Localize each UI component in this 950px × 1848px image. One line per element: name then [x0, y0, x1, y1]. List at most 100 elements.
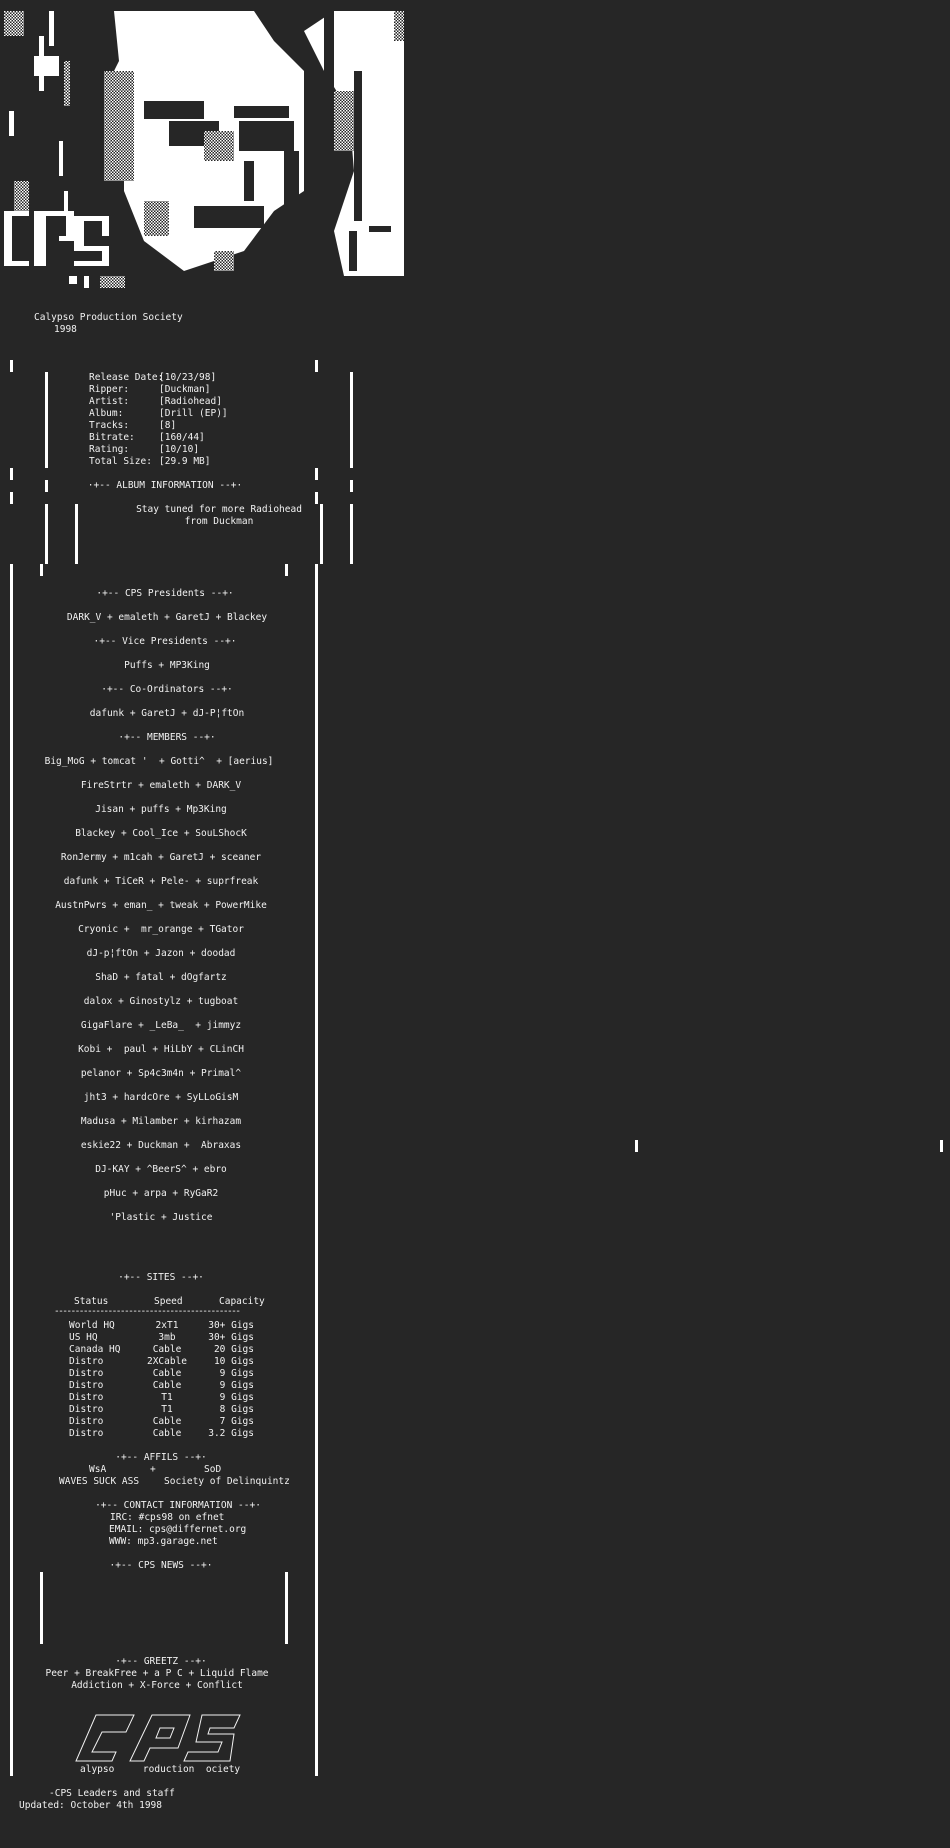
site-status: Canada HQ [69, 1344, 121, 1355]
group-year: 1998 [54, 324, 77, 335]
member-row: 'Plastic + Justice [109, 1212, 213, 1223]
ripper-label: Ripper: [89, 384, 130, 395]
header-ascii-art [4, 11, 404, 295]
contact-email: EMAIL: cps@differnet.org [109, 1524, 247, 1535]
site-capacity: 8 Gigs [219, 1404, 254, 1415]
affil-short-left: WsA [89, 1464, 107, 1475]
member-row: pHuc + arpa + RyGaR2 [103, 1188, 219, 1199]
artist-value: [Radiohead] [159, 396, 222, 407]
affil-long-right: Society of Delinquintz [164, 1476, 290, 1487]
member-row: Cryonic + mr_orange + TGator [78, 924, 244, 935]
coordinators-heading: ·+-- Co-Ordinators --+· [101, 684, 233, 695]
total-size-value: [29.9 MB] [159, 456, 211, 467]
member-row: RonJermy + m1cah + GaretJ + sceaner [60, 852, 262, 863]
site-status: US HQ [69, 1332, 98, 1343]
frame-bar [350, 480, 353, 492]
site-status: Distro [69, 1356, 104, 1367]
frame-bar [940, 1140, 943, 1152]
frame-bar [285, 564, 288, 576]
frame-bar [315, 360, 318, 372]
coordinators-names: dafunk + GaretJ + dJ-P¦ftOn [89, 708, 245, 719]
release-date-label: Release Date: [89, 372, 164, 383]
album-info-line: Stay tuned for more Radiohead [136, 504, 302, 515]
frame-bar [315, 468, 318, 480]
site-status: Distro [69, 1428, 104, 1439]
member-row: DJ-KAY + ^BeerS^ + ebro [95, 1164, 227, 1175]
site-capacity: 10 Gigs [213, 1356, 254, 1367]
greetz-heading: ·+-- GREETZ --+· [115, 1656, 207, 1667]
members-heading: ·+-- MEMBERS --+· [118, 732, 216, 743]
frame-bar [635, 1140, 638, 1152]
group-name: Calypso Production Society [34, 312, 183, 323]
greetz-line: Peer + BreakFree + a P C + Liquid Flame [45, 1668, 269, 1679]
member-row: Kobi + paul + HiLbY + CLinCH [78, 1044, 244, 1055]
site-speed: Cable [152, 1428, 182, 1439]
frame-bar [10, 468, 13, 480]
affil-separator: + [150, 1464, 156, 1475]
contact-irc: IRC: #cps98 on efnet [110, 1512, 225, 1523]
total-size-label: Total Size: [89, 456, 152, 467]
bitrate-value: [160/44] [159, 432, 205, 443]
site-speed: T1 [161, 1404, 173, 1415]
vice-presidents-names: Puffs + MP3King [124, 660, 210, 671]
frame-bar [10, 360, 13, 372]
site-capacity: 30+ Gigs [208, 1332, 254, 1343]
site-speed: Cable [152, 1380, 182, 1391]
contact-heading: ·+-- CONTACT INFORMATION --+· [95, 1500, 261, 1511]
presidents-names: DARK_V + emaleth + GaretJ + Blackey [66, 612, 268, 623]
member-row: AustnPwrs + eman_ + tweak + PowerMike [55, 900, 267, 911]
frame-bar [315, 492, 318, 504]
site-speed: Cable [152, 1416, 182, 1427]
affils-heading: ·+-- AFFILS --+· [115, 1452, 207, 1463]
site-capacity: 7 Gigs [219, 1416, 254, 1427]
site-capacity: 20 Gigs [213, 1344, 254, 1355]
member-row: Blackey + Cool_Ice + SouLShocK [75, 828, 247, 839]
member-row: FireStrtr + emaleth + DARK_V [80, 780, 242, 791]
site-speed: T1 [161, 1392, 173, 1403]
album-label: Album: [89, 408, 124, 419]
tracks-value: [8] [159, 420, 177, 431]
frame-bar [350, 372, 353, 468]
member-row: dalox + Ginostylz + tugboat [83, 996, 239, 1007]
sites-heading: ·+-- SITES --+· [118, 1272, 204, 1283]
news-heading: ·+-- CPS NEWS --+· [109, 1560, 213, 1571]
release-date-value: [10/23/98] [159, 372, 217, 383]
site-status: Distro [69, 1404, 104, 1415]
site-status: Distro [69, 1380, 104, 1391]
frame-bar [45, 372, 48, 468]
cps-logo-icon [75, 1714, 241, 1762]
frame-bar [285, 1572, 288, 1644]
site-capacity: 9 Gigs [219, 1392, 254, 1403]
frame-bar [40, 564, 43, 576]
member-row: ShaD + fatal + dOgfartz [95, 972, 227, 983]
artist-label: Artist: [89, 396, 130, 407]
member-row: Jisan + puffs + Mp3King [95, 804, 227, 815]
tracks-label: Tracks: [89, 420, 130, 431]
signoff-staff: -CPS Leaders and staff [49, 1788, 175, 1799]
rating-label: Rating: [89, 444, 130, 455]
album-info-heading: ·+-- ALBUM INFORMATION --+· [87, 480, 243, 491]
member-row: Big_MoG + tomcat ' + Gotti^ + [aerius] [44, 756, 274, 767]
site-speed: 3mb [158, 1332, 176, 1343]
site-speed: 2xT1 [155, 1320, 179, 1331]
site-status: Distro [69, 1368, 104, 1379]
member-row: pelanor + Sp4c3m4n + Primal^ [80, 1068, 242, 1079]
site-status: World HQ [69, 1320, 115, 1331]
member-row: jht3 + hardcOre + SyLLoGisM [83, 1092, 239, 1103]
greetz-line: Addiction + X-Force + Conflict [71, 1680, 243, 1691]
album-info-line: from Duckman [184, 516, 254, 527]
bitrate-label: Bitrate: [89, 432, 135, 443]
member-row: dJ-p¦ftOn + Jazon + doodad [86, 948, 236, 959]
affil-long-left: WAVES SUCK ASS [59, 1476, 140, 1487]
contact-www: WWW: mp3.garage.net [109, 1536, 218, 1547]
affil-short-right: SoD [204, 1464, 222, 1475]
rating-value: [10/10] [159, 444, 200, 455]
footer-tagline: alypso roduction ociety [80, 1764, 241, 1775]
presidents-heading: ·+-- CPS Presidents --+· [96, 588, 234, 599]
member-row: GigaFlare + _LeBa_ + jimmyz [80, 1020, 242, 1031]
vice-presidents-heading: ·+-- Vice Presidents --+· [93, 636, 237, 647]
site-status: Distro [69, 1392, 104, 1403]
member-row: dafunk + TiCeR + Pele- + suprfreak [63, 876, 259, 887]
site-status: Distro [69, 1416, 104, 1427]
site-speed: Cable [152, 1344, 182, 1355]
